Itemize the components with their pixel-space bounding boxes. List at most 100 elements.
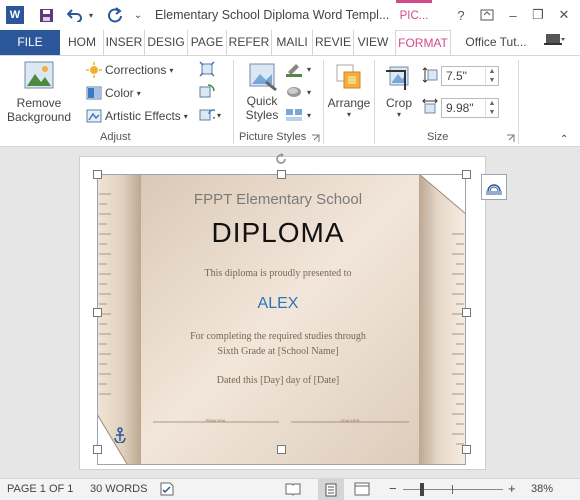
word-count[interactable]: 30 WORDS [90,483,147,495]
change-picture-icon [199,84,215,98]
zoom-slider-thumb[interactable] [420,483,424,496]
tab-file[interactable]: FILE [0,30,60,55]
completion-line-1: For completing the required studies thro… [190,331,366,342]
compress-pictures-button[interactable] [199,61,215,77]
shape-height-input[interactable]: 7.5" ▲ ▼ [441,66,499,86]
print-layout-icon[interactable] [318,479,344,500]
resize-handle-bottom[interactable] [277,445,286,454]
remove-background-label-2: Background [6,110,72,124]
shape-width-input[interactable]: 9.98" ▲ ▼ [441,98,499,118]
ribbon-tab-bar: FILE HOM INSER DESIG PAGE REFER MAILI RE… [0,30,580,56]
read-mode-icon[interactable] [285,482,301,499]
remove-background-icon [24,61,54,89]
picture-effects-dropdown-icon: ▾ [307,87,312,97]
arrange-icon [336,64,361,89]
quick-styles-label-2: Styles [245,108,279,122]
tab-design[interactable]: DESIG [144,30,187,55]
corrections-dropdown-icon: ▾ [169,65,174,75]
picture-effects-icon [287,87,301,97]
tab-home[interactable]: HOM [64,30,100,55]
help-icon[interactable]: ? [450,4,472,26]
resize-handle-top-right[interactable] [462,170,471,179]
zoom-level[interactable]: 38% [531,483,553,495]
remove-background-label-1: Remove [16,96,62,110]
adjust-group-label: Adjust [100,131,131,143]
corrections-icon [86,62,102,78]
diploma-heading: DIPLOMA [211,217,345,248]
zoom-in-button[interactable]: + [508,481,516,496]
arrange-label: Arrange [327,96,371,110]
size-group-label: Size [427,131,449,143]
picture-tools-header: PIC... [396,0,432,30]
crop-button[interactable]: Crop ▾ [381,62,417,119]
picture-border-button[interactable]: ▾ [285,61,311,77]
close-icon[interactable]: ✕ [553,4,575,26]
resize-handle-bottom-left[interactable] [93,445,102,454]
corrections-button[interactable]: Corrections ▾ [86,62,173,78]
change-picture-button[interactable] [199,84,215,100]
picture-effects-button[interactable]: ▾ [285,84,311,100]
tab-references[interactable]: REFER [226,30,271,55]
shape-height-spinner[interactable]: ▲ ▼ [485,67,498,85]
redo-icon[interactable] [104,4,126,26]
page-count[interactable]: PAGE 1 OF 1 [7,483,73,495]
word-logo-icon[interactable]: W [6,6,24,24]
save-icon[interactable] [34,4,58,26]
shape-width-spinner[interactable]: ▲ ▼ [485,99,498,117]
customize-toolbar-icon[interactable]: ⌄ [131,4,145,26]
artistic-effects-label: Artistic Effects [105,109,181,123]
undo-icon[interactable] [64,4,86,26]
resize-handle-right[interactable] [462,308,471,317]
web-layout-icon[interactable] [354,482,370,499]
collapse-ribbon-icon[interactable]: ⌃ [560,134,568,145]
layout-options-icon [486,184,502,195]
tab-page-layout[interactable]: PAGE [187,30,226,55]
artistic-effects-icon [86,108,102,124]
crop-icon [386,66,409,90]
picture-layout-button[interactable]: ▾ [285,107,311,123]
resize-handle-top[interactable] [277,170,286,179]
account-name[interactable]: Office Tut... [460,30,532,55]
tab-view[interactable]: VIEW [353,30,392,55]
tab-format[interactable]: FORMAT [395,30,451,56]
principal-signature-label: PRINCIPAL [205,418,227,423]
rotate-handle-icon[interactable] [275,153,287,165]
ribbon-format: Remove Background Corrections ▾ Color ▾ … [0,55,580,147]
school-name: FPPT Elementary School [193,191,363,208]
reset-picture-button[interactable]: ▾ [199,107,221,123]
completion-line-2: Sixth Grade at [School Name] [217,346,339,357]
zoom-slider-track[interactable] [403,489,503,490]
zoom-out-button[interactable]: − [389,481,397,496]
title-bar: W ▾ ⌄ Elementary School Diploma Word Tem… [0,0,580,30]
crop-dropdown-icon: ▾ [396,110,401,119]
ribbon-display-options-icon[interactable] [476,4,498,26]
quick-styles-button[interactable]: Quick Styles [242,62,282,122]
shape-width-value: 9.98" [446,101,474,115]
tab-review[interactable]: REVIE [312,30,353,55]
width-icon [422,98,438,114]
size-launcher-icon[interactable] [506,134,515,143]
document-area: FPPT Elementary School DIPLOMA This dipl… [0,147,580,478]
zoom-slider-center-mark [452,485,453,494]
recipient-name: ALEX [257,295,299,312]
tab-mailings[interactable]: MAILI [271,30,312,55]
layout-options-button[interactable] [481,174,507,200]
color-label: Color [105,86,134,100]
proofing-icon[interactable] [159,482,175,499]
color-button[interactable]: Color ▾ [86,85,141,101]
restore-icon[interactable]: ❐ [527,4,549,26]
remove-background-button[interactable]: Remove Background [6,60,72,124]
tab-insert[interactable]: INSER [103,30,144,55]
account-avatar-icon[interactable] [540,30,570,55]
compress-pictures-icon [199,61,215,77]
resize-handle-top-left[interactable] [93,170,102,179]
teacher-signature-label: TEACHER [340,418,360,423]
artistic-effects-button[interactable]: Artistic Effects ▾ [86,108,188,124]
minimize-icon[interactable]: – [502,4,524,26]
format-picture-launcher-icon[interactable] [311,134,320,143]
undo-dropdown-icon[interactable]: ▾ [86,4,96,26]
arrange-button[interactable]: Arrange ▾ [328,62,370,119]
resize-handle-bottom-right[interactable] [462,445,471,454]
color-dropdown-icon: ▾ [136,88,141,98]
resize-handle-left[interactable] [93,308,102,317]
